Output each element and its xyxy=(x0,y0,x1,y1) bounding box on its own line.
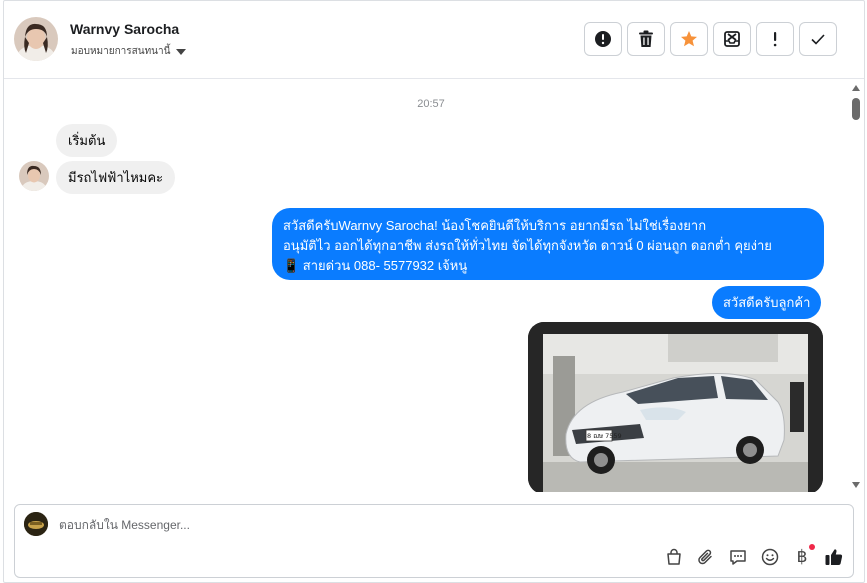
shop-button[interactable] xyxy=(663,546,685,568)
incoming-message[interactable]: มีรถไฟฟ้าไหมคะ xyxy=(56,161,176,194)
saved-reply-icon xyxy=(730,550,746,565)
car-photo: 8 ฌษ 7559 xyxy=(528,322,823,492)
star-icon xyxy=(681,31,697,47)
outgoing-message[interactable]: สวัสดีครับWarnvy Sarocha! น้องโชคยินดีให… xyxy=(272,208,824,280)
trash-icon xyxy=(639,30,653,47)
composer-actions: ฿ xyxy=(653,544,845,568)
assign-conversation-dropdown[interactable]: มอบหมายการสนทนานี้ xyxy=(71,44,187,59)
emoji-button[interactable] xyxy=(759,546,781,568)
star-button[interactable] xyxy=(670,22,708,56)
caret-down-icon xyxy=(176,48,187,55)
delete-button[interactable] xyxy=(627,22,665,56)
inbox-thread-panel: Warnvy Sarocha มอบหมายการสนทนานี้ 20:57 … xyxy=(3,0,865,583)
thread-toolbar xyxy=(584,22,837,56)
assign-label: มอบหมายการสนทนานี้ xyxy=(71,46,171,57)
scroll-down-arrow[interactable] xyxy=(852,482,860,488)
exclamation-icon xyxy=(773,32,777,47)
license-plate-text: 8 ฌษ 7559 xyxy=(587,432,622,440)
mark-unread-button[interactable] xyxy=(756,22,794,56)
check-icon xyxy=(811,34,825,45)
thread-header: Warnvy Sarocha มอบหมายการสนทนานี้ xyxy=(4,1,864,79)
emoji-icon xyxy=(761,548,779,566)
message-line: สวัสดีครับWarnvy Sarocha! น้องโชคยินดีให… xyxy=(283,218,707,233)
saved-replies-button[interactable] xyxy=(727,546,749,568)
payment-button[interactable]: ฿ xyxy=(791,544,815,568)
shopping-bag-icon xyxy=(667,548,681,565)
notification-dot xyxy=(809,544,815,550)
page-avatar xyxy=(24,512,48,536)
scrollbar-thumb[interactable] xyxy=(852,98,860,120)
thumbs-up-icon xyxy=(825,549,843,565)
paperclip-icon xyxy=(698,549,712,565)
outgoing-message[interactable]: สวัสดีครับลูกค้า xyxy=(712,286,822,319)
incoming-message[interactable]: เริ่มต้น xyxy=(56,124,118,157)
scroll-up-arrow[interactable] xyxy=(852,85,860,91)
contact-avatar[interactable] xyxy=(14,17,58,61)
info-button[interactable] xyxy=(584,22,622,56)
message-list[interactable]: 20:57 เริ่มต้น มีรถไฟฟ้าไหมคะ สวัสดีครับ… xyxy=(4,80,864,492)
mark-spam-icon xyxy=(724,31,740,47)
contact-avatar-small[interactable] xyxy=(19,161,49,191)
message-timestamp: 20:57 xyxy=(417,98,445,110)
reply-input[interactable] xyxy=(59,515,759,535)
move-to-spam-button[interactable] xyxy=(713,22,751,56)
mark-done-button[interactable] xyxy=(799,22,837,56)
baht-payment-icon: ฿ xyxy=(796,547,808,567)
contact-name[interactable]: Warnvy Sarocha xyxy=(70,21,179,37)
reply-composer: ฿ xyxy=(14,504,854,578)
send-like-button[interactable] xyxy=(823,546,845,568)
outgoing-photo-message[interactable]: 8 ฌษ 7559 xyxy=(528,322,823,492)
message-line: 📱 สายด่วน 088- 5577932 เจ้หนู xyxy=(283,258,468,273)
message-line: อนุมัติไว ออกได้ทุกอาชีพ ส่งรถให้ทั่วไทย… xyxy=(283,238,772,253)
alert-circle-icon xyxy=(595,31,611,47)
attach-button[interactable] xyxy=(695,546,717,568)
